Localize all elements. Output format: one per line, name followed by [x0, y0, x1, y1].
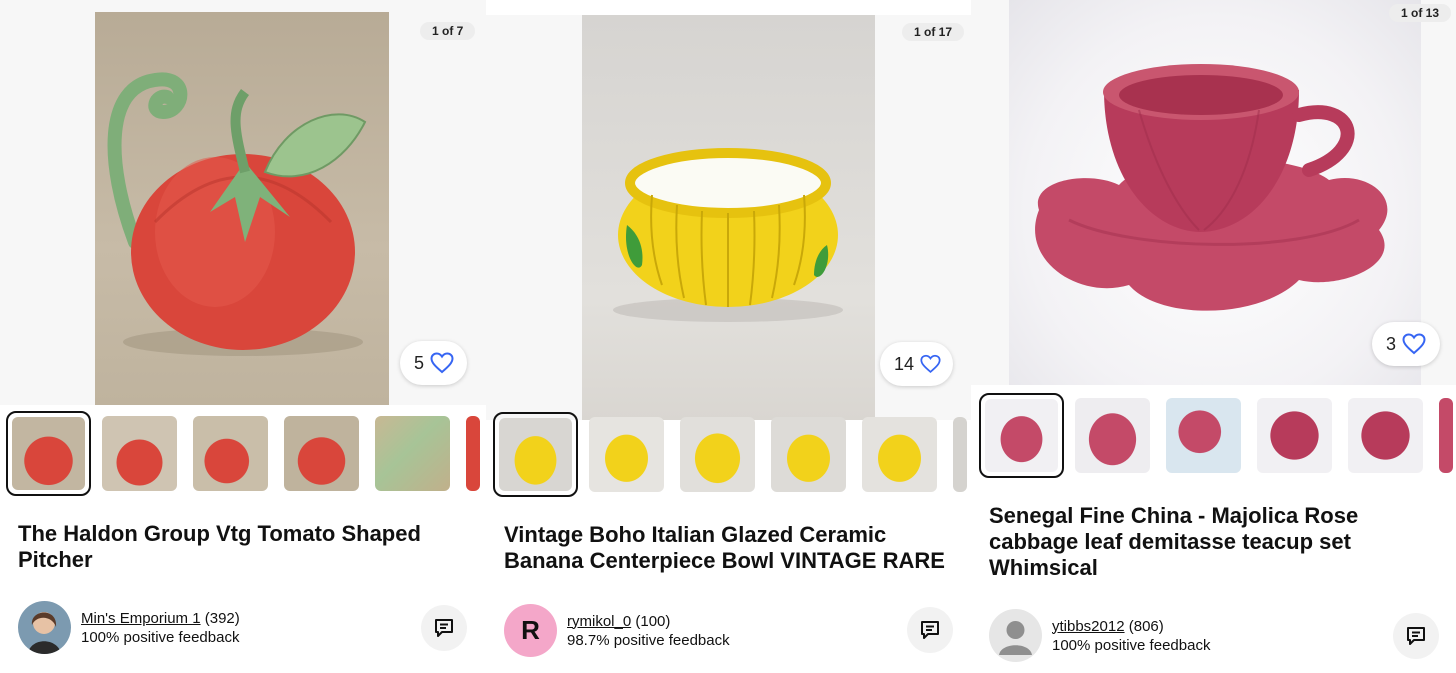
seller-avatar[interactable]: [989, 609, 1042, 662]
thumbnail-3[interactable]: [677, 414, 758, 495]
image-gallery[interactable]: 1 of 13 3: [971, 0, 1456, 385]
banana-bowl-illustration: [613, 148, 843, 322]
thumbnail-3[interactable]: [1163, 395, 1244, 476]
like-count: 5: [414, 352, 425, 373]
image-counter: 1 of 13: [1389, 4, 1452, 22]
thumbnail-4[interactable]: [768, 414, 849, 495]
listing-title[interactable]: Senegal Fine China - Majolica Rose cabba…: [989, 503, 1439, 581]
thumbnail-6[interactable]: [950, 414, 970, 495]
thumbnail-strip: [6, 411, 483, 496]
listing-card-1: 1 of 7 5 The Haldon Group Vtg Tomato Sha…: [0, 0, 486, 673]
listing-card-2: 1 of 17 14 Vintage Boho Italian Glazed C…: [486, 0, 971, 673]
seller-feedback: 100% positive feedback: [1052, 636, 1211, 654]
thumbnail-2[interactable]: [586, 414, 667, 495]
image-gallery[interactable]: 1 of 17 14: [486, 15, 971, 420]
seller-avatar[interactable]: [18, 601, 71, 654]
seller-feedback: 98.7% positive feedback: [567, 631, 730, 649]
like-count: 14: [894, 353, 915, 374]
watchlist-button[interactable]: 3: [1372, 322, 1440, 366]
contact-seller-button[interactable]: [1393, 613, 1439, 659]
thumbnail-1[interactable]: [979, 393, 1064, 478]
message-icon: [435, 619, 453, 637]
thumbnail-5[interactable]: [372, 413, 453, 494]
thumbnail-strip: [979, 393, 1456, 478]
seller-info: ytibbs2012 (806) 100% positive feedback: [989, 609, 1210, 662]
message-icon: [1407, 627, 1425, 645]
teacup-illustration: [1035, 64, 1388, 311]
heart-icon: [920, 354, 941, 374]
thumbnail-2[interactable]: [1072, 395, 1153, 476]
seller-feedback: 100% positive feedback: [81, 628, 240, 646]
listing-card-3: 1 of 13 3 Senegal Fine China - Majolica …: [971, 0, 1456, 673]
thumbnail-4[interactable]: [281, 413, 362, 494]
message-icon: [921, 621, 939, 639]
image-counter: 1 of 17: [902, 23, 965, 41]
like-count: 3: [1386, 333, 1397, 354]
seller-info: R rymikol_0 (100) 98.7% positive feedbac…: [504, 604, 730, 657]
thumbnail-1[interactable]: [6, 411, 91, 496]
seller-name-link[interactable]: ytibbs2012: [1052, 618, 1125, 635]
contact-seller-button[interactable]: [907, 607, 953, 653]
thumbnail-strip: [493, 412, 970, 497]
thumbnail-5[interactable]: [859, 414, 940, 495]
seller-rating-count: (806): [1128, 617, 1164, 635]
seller-name-link[interactable]: Min's Emporium 1: [81, 610, 201, 627]
thumbnail-4[interactable]: [1254, 395, 1335, 476]
heart-icon: [430, 352, 454, 374]
thumbnail-3[interactable]: [190, 413, 271, 494]
main-product-image[interactable]: [95, 12, 389, 405]
main-product-image[interactable]: [1009, 0, 1421, 385]
listing-title[interactable]: The Haldon Group Vtg Tomato Shaped Pitch…: [18, 521, 468, 573]
listing-title[interactable]: Vintage Boho Italian Glazed Ceramic Bana…: [504, 522, 964, 574]
thumbnail-6[interactable]: [463, 413, 483, 494]
contact-seller-button[interactable]: [421, 605, 467, 651]
watchlist-button[interactable]: 14: [880, 342, 953, 386]
watchlist-button[interactable]: 5: [400, 341, 467, 385]
main-product-image[interactable]: [582, 15, 875, 420]
seller-rating-count: (392): [204, 609, 240, 627]
seller-rating-count: (100): [635, 612, 671, 630]
thumbnail-5[interactable]: [1345, 395, 1426, 476]
image-gallery[interactable]: 1 of 7 5: [0, 0, 486, 405]
thumbnail-2[interactable]: [99, 413, 180, 494]
seller-avatar[interactable]: R: [504, 604, 557, 657]
person-icon: [999, 621, 1032, 655]
avatar-letter: R: [521, 615, 540, 645]
seller-photo: [18, 601, 71, 654]
seller-name-link[interactable]: rymikol_0: [567, 613, 631, 630]
heart-icon: [1402, 333, 1426, 355]
image-counter: 1 of 7: [420, 22, 476, 40]
seller-info: Min's Emporium 1 (392) 100% positive fee…: [18, 601, 240, 654]
thumbnail-6[interactable]: [1436, 395, 1456, 476]
tomato-pitcher-illustration: [107, 72, 367, 356]
thumbnail-1[interactable]: [493, 412, 578, 497]
